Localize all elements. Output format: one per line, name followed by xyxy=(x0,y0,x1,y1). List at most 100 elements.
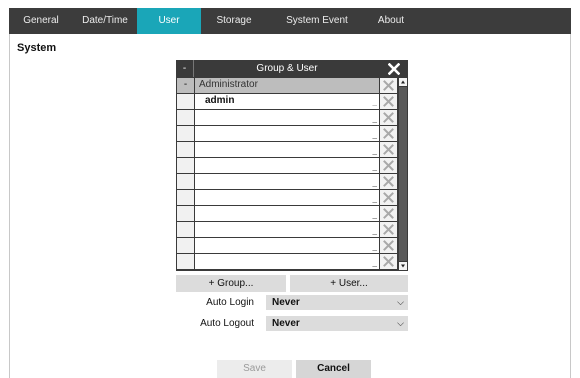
tab-about[interactable]: About xyxy=(367,8,415,34)
delete-all-button[interactable] xyxy=(380,60,408,77)
edit-marker: _ xyxy=(372,130,377,139)
close-icon xyxy=(383,80,394,91)
row-toggle[interactable]: - xyxy=(177,78,194,93)
row-name-cell[interactable]: _ xyxy=(195,222,379,237)
table-row[interactable]: _ xyxy=(176,189,408,205)
row-toggle xyxy=(177,190,194,205)
row-name-cell[interactable]: _ xyxy=(195,174,379,189)
table-row[interactable]: _ xyxy=(176,141,408,157)
save-button[interactable]: Save xyxy=(217,360,292,378)
down-arrow-icon xyxy=(401,264,405,268)
collapse-all-button[interactable]: - xyxy=(176,60,194,77)
row-toggle xyxy=(177,254,194,269)
auto-logout-label: Auto Logout xyxy=(200,318,254,329)
edit-marker: _ xyxy=(372,258,377,267)
edit-marker: _ xyxy=(372,162,377,171)
delete-row-button[interactable] xyxy=(380,126,397,141)
chevron-down-icon: ⌵ xyxy=(397,297,404,307)
row-name-cell[interactable]: _ xyxy=(195,126,379,141)
edit-marker: _ xyxy=(372,114,377,123)
delete-row-button[interactable] xyxy=(380,94,397,109)
close-icon xyxy=(383,224,394,235)
table-header: - Group & User xyxy=(176,60,408,77)
delete-row-button[interactable] xyxy=(380,254,397,269)
close-icon xyxy=(383,112,394,123)
edit-marker: _ xyxy=(372,194,377,203)
delete-row-button[interactable] xyxy=(380,110,397,125)
row-name-cell[interactable]: _ xyxy=(195,142,379,157)
close-icon xyxy=(383,256,394,267)
delete-row-button[interactable] xyxy=(380,78,397,93)
close-icon xyxy=(383,96,394,107)
auto-login-label: Auto Login xyxy=(206,297,254,308)
table-row[interactable]: _ xyxy=(176,109,408,125)
edit-marker: _ xyxy=(372,98,377,107)
delete-row-button[interactable] xyxy=(380,238,397,253)
tab-date-time[interactable]: Date/Time xyxy=(73,8,137,34)
row-toggle xyxy=(177,238,194,253)
auto-login-select[interactable]: Never ⌵ xyxy=(266,295,408,310)
scroll-down-button[interactable] xyxy=(399,262,407,270)
group-row[interactable]: - Administrator xyxy=(176,77,408,93)
cancel-button[interactable]: Cancel xyxy=(296,360,371,378)
delete-row-button[interactable] xyxy=(380,222,397,237)
row-toggle xyxy=(177,222,194,237)
chevron-down-icon: ⌵ xyxy=(397,318,404,328)
table-row[interactable]: _ xyxy=(176,221,408,237)
table-rows: - Administrator admin _ _ _ _ _ _ _ _ _ _ _ xyxy=(176,77,408,271)
row-toggle xyxy=(177,126,194,141)
close-icon xyxy=(383,176,394,187)
scroll-up-button[interactable] xyxy=(399,78,407,86)
row-name-cell[interactable]: _ xyxy=(195,206,379,221)
row-toggle xyxy=(177,142,194,157)
table-row[interactable]: _ xyxy=(176,173,408,189)
edit-marker: _ xyxy=(372,210,377,219)
tab-storage[interactable]: Storage xyxy=(201,8,267,34)
row-name-cell[interactable]: Administrator xyxy=(195,78,379,93)
table-header-title: Group & User xyxy=(256,63,318,74)
delete-row-button[interactable] xyxy=(380,174,397,189)
delete-row-button[interactable] xyxy=(380,190,397,205)
row-name-cell[interactable]: _ xyxy=(195,254,379,269)
delete-row-button[interactable] xyxy=(380,158,397,173)
table-row[interactable]: _ xyxy=(176,157,408,173)
group-user-table: - Group & User - Administrator admin _ _ _ _ _ _… xyxy=(176,60,408,271)
add-user-button[interactable]: + User... xyxy=(290,275,408,292)
close-icon xyxy=(383,192,394,203)
up-arrow-icon xyxy=(401,80,405,84)
auto-logout-value: Never xyxy=(272,318,300,329)
auto-login-value: Never xyxy=(272,297,300,308)
row-name-cell[interactable]: admin _ xyxy=(195,94,379,109)
table-row[interactable]: _ xyxy=(176,125,408,141)
close-icon xyxy=(383,160,394,171)
row-toggle xyxy=(177,158,194,173)
edit-marker: _ xyxy=(372,226,377,235)
close-icon xyxy=(388,62,400,75)
edit-marker: _ xyxy=(372,146,377,155)
close-icon xyxy=(383,208,394,219)
user-row[interactable]: admin _ xyxy=(176,93,408,109)
delete-row-button[interactable] xyxy=(380,142,397,157)
tab-system-event[interactable]: System Event xyxy=(267,8,367,34)
scroll-track[interactable] xyxy=(399,87,407,261)
row-toggle xyxy=(177,94,194,109)
row-name-cell[interactable]: _ xyxy=(195,158,379,173)
table-row[interactable]: _ xyxy=(176,205,408,221)
delete-row-button[interactable] xyxy=(380,206,397,221)
row-name: admin xyxy=(205,95,235,106)
row-name-cell[interactable]: _ xyxy=(195,110,379,125)
table-scrollbar[interactable] xyxy=(398,77,408,271)
edit-marker: _ xyxy=(372,242,377,251)
tab-bar: General Date/Time User Storage System Ev… xyxy=(9,8,571,34)
add-group-button[interactable]: + Group... xyxy=(176,275,286,292)
table-row[interactable]: _ xyxy=(176,253,408,269)
row-toggle xyxy=(177,206,194,221)
table-row[interactable]: _ xyxy=(176,237,408,253)
row-name-cell[interactable]: _ xyxy=(195,238,379,253)
edit-marker: _ xyxy=(372,178,377,187)
auto-logout-select[interactable]: Never ⌵ xyxy=(266,316,408,331)
row-name: Administrator xyxy=(199,79,258,90)
row-name-cell[interactable]: _ xyxy=(195,190,379,205)
tab-general[interactable]: General xyxy=(9,8,73,34)
tab-user[interactable]: User xyxy=(137,8,201,34)
